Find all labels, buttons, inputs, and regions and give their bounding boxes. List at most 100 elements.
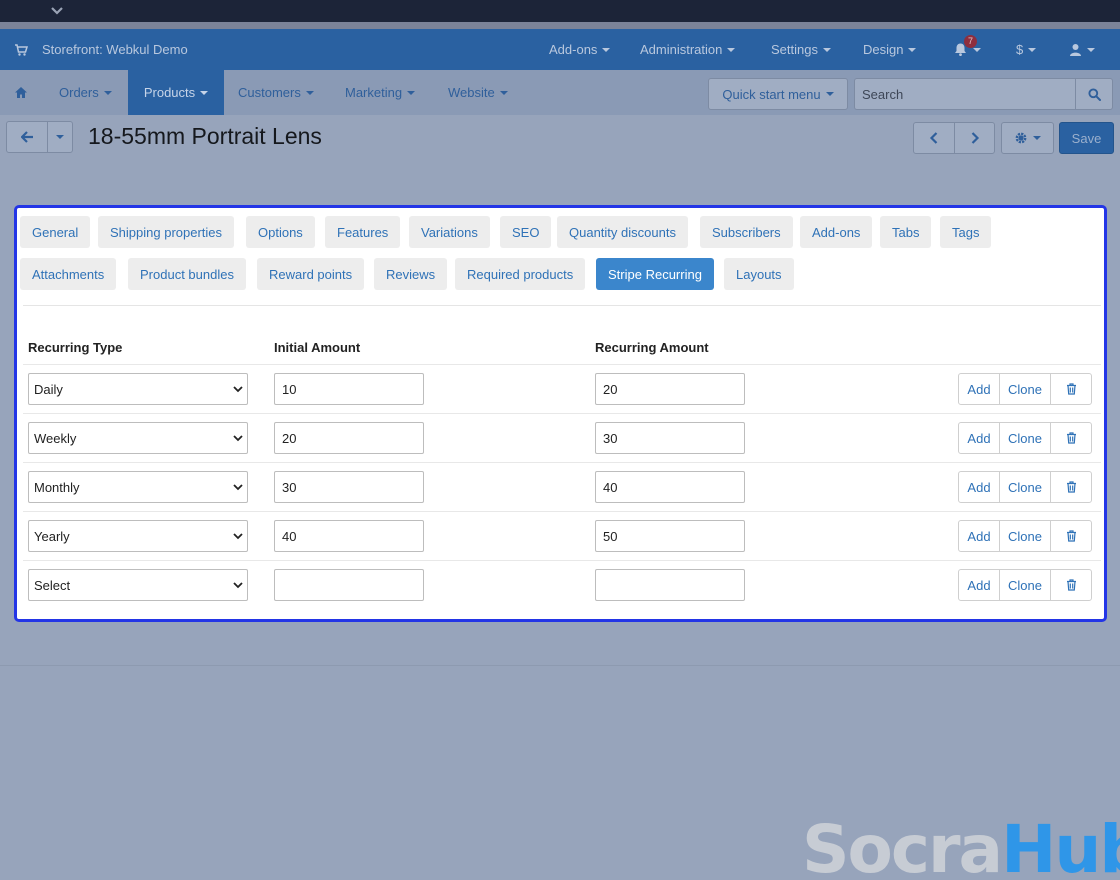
trash-icon xyxy=(1066,481,1076,493)
nav-customers[interactable]: Customers xyxy=(238,70,314,115)
recurring-amount-input[interactable] xyxy=(595,569,745,601)
arrow-left-icon xyxy=(20,131,33,143)
tab-quantity-discounts[interactable]: Quantity discounts xyxy=(557,216,688,248)
delete-button[interactable] xyxy=(1050,422,1092,454)
menu-administration[interactable]: Administration xyxy=(640,29,736,70)
back-dropdown-button[interactable] xyxy=(47,121,73,153)
search-button[interactable] xyxy=(1075,78,1113,110)
caret-down-icon xyxy=(56,135,64,139)
add-button[interactable]: Add xyxy=(958,422,1000,454)
currency-menu[interactable]: $ xyxy=(1016,29,1037,70)
tab-variations[interactable]: Variations xyxy=(409,216,490,248)
settings-dropdown-button[interactable] xyxy=(1001,122,1054,154)
select-value: Weekly xyxy=(34,430,77,446)
clone-button[interactable]: Clone xyxy=(999,373,1051,405)
caret-down-icon xyxy=(499,90,508,95)
currency-label: $ xyxy=(1016,42,1024,57)
next-product-button[interactable] xyxy=(954,122,995,154)
delete-button[interactable] xyxy=(1050,373,1092,405)
trash-icon xyxy=(1066,530,1076,542)
clone-button[interactable]: Clone xyxy=(999,471,1051,503)
chevron-down-icon xyxy=(233,582,243,589)
caret-down-icon xyxy=(825,92,834,96)
recurring-type-select[interactable]: Yearly xyxy=(28,520,248,552)
header-recurring-type: Recurring Type xyxy=(28,340,123,355)
notifications-menu[interactable]: 7 xyxy=(953,29,989,70)
tab-addons[interactable]: Add-ons xyxy=(800,216,873,248)
recurring-amount-input[interactable] xyxy=(595,422,745,454)
tab-options[interactable]: Options xyxy=(246,216,315,248)
quick-start-menu-button[interactable]: Quick start menu xyxy=(708,78,848,110)
tab-subscribers[interactable]: Subscribers xyxy=(700,216,793,248)
tab-tags[interactable]: Tags xyxy=(940,216,992,248)
select-value: Select xyxy=(34,577,71,593)
recurring-type-select[interactable]: Daily xyxy=(28,373,248,405)
recurring-type-select[interactable]: Weekly xyxy=(28,422,248,454)
initial-amount-input[interactable] xyxy=(274,422,424,454)
menu-design[interactable]: Design xyxy=(863,29,917,70)
add-button[interactable]: Add xyxy=(958,471,1000,503)
caret-down-icon xyxy=(407,90,416,95)
admin-navbar: Storefront: Webkul Demo Add-ons Administ… xyxy=(0,29,1120,70)
tab-general[interactable]: General xyxy=(20,216,91,248)
chevron-down-icon xyxy=(233,484,243,491)
storefront-brand[interactable]: Storefront: Webkul Demo xyxy=(14,29,188,70)
tab-tabs[interactable]: Tabs xyxy=(880,216,932,248)
watermark-part1: Socra xyxy=(802,811,1003,880)
recurring-type-select[interactable]: Select xyxy=(28,569,248,601)
row-divider xyxy=(23,511,1101,512)
nav-products[interactable]: Products xyxy=(128,70,224,115)
clone-button[interactable]: Clone xyxy=(999,569,1051,601)
tab-reviews[interactable]: Reviews xyxy=(374,258,448,290)
menu-settings[interactable]: Settings xyxy=(771,29,831,70)
chevron-down-icon xyxy=(233,386,243,393)
tabs-divider xyxy=(23,305,1101,306)
initial-amount-input[interactable] xyxy=(274,471,424,503)
tab-attachments[interactable]: Attachments xyxy=(20,258,117,290)
initial-amount-input[interactable] xyxy=(274,520,424,552)
clone-button[interactable]: Clone xyxy=(999,422,1051,454)
nav-marketing-label: Marketing xyxy=(345,85,403,100)
home-link[interactable] xyxy=(14,70,28,115)
tab-stripe-recurring[interactable]: Stripe Recurring xyxy=(596,258,714,290)
tab-features[interactable]: Features xyxy=(325,216,401,248)
delete-button[interactable] xyxy=(1050,471,1092,503)
initial-amount-input[interactable] xyxy=(274,569,424,601)
back-button[interactable] xyxy=(6,121,48,153)
user-menu[interactable] xyxy=(1069,29,1095,70)
tab-reward-points[interactable]: Reward points xyxy=(257,258,365,290)
add-button[interactable]: Add xyxy=(958,569,1000,601)
save-button[interactable]: Save xyxy=(1059,122,1114,154)
delete-button[interactable] xyxy=(1050,569,1092,601)
recurring-type-select[interactable]: Monthly xyxy=(28,471,248,503)
search-input[interactable] xyxy=(854,78,1075,110)
nav-website[interactable]: Website xyxy=(448,70,508,115)
caret-down-icon xyxy=(103,90,112,95)
add-button[interactable]: Add xyxy=(958,373,1000,405)
delete-button[interactable] xyxy=(1050,520,1092,552)
tab-layouts[interactable]: Layouts xyxy=(724,258,794,290)
recurring-amount-input[interactable] xyxy=(595,373,745,405)
caret-down-icon xyxy=(1033,136,1041,140)
clone-button[interactable]: Clone xyxy=(999,520,1051,552)
add-button[interactable]: Add xyxy=(958,520,1000,552)
menu-addons[interactable]: Add-ons xyxy=(549,29,611,70)
tab-required-products[interactable]: Required products xyxy=(455,258,586,290)
initial-amount-input[interactable] xyxy=(274,373,424,405)
trash-icon xyxy=(1066,383,1076,395)
chevron-down-icon[interactable] xyxy=(50,4,64,18)
caret-down-icon xyxy=(602,47,611,52)
recurring-amount-input[interactable] xyxy=(595,471,745,503)
caret-down-icon xyxy=(305,90,314,95)
prev-product-button[interactable] xyxy=(913,122,955,154)
tab-seo[interactable]: SEO xyxy=(500,216,552,248)
search-icon xyxy=(1087,87,1101,101)
tab-product-bundles[interactable]: Product bundles xyxy=(128,258,246,290)
recurring-amount-input[interactable] xyxy=(595,520,745,552)
tab-shipping-properties[interactable]: Shipping properties xyxy=(98,216,235,248)
chevron-down-icon xyxy=(233,533,243,540)
caret-down-icon xyxy=(1028,47,1037,52)
nav-marketing[interactable]: Marketing xyxy=(345,70,416,115)
chevron-left-icon xyxy=(929,132,938,144)
nav-orders[interactable]: Orders xyxy=(59,70,112,115)
